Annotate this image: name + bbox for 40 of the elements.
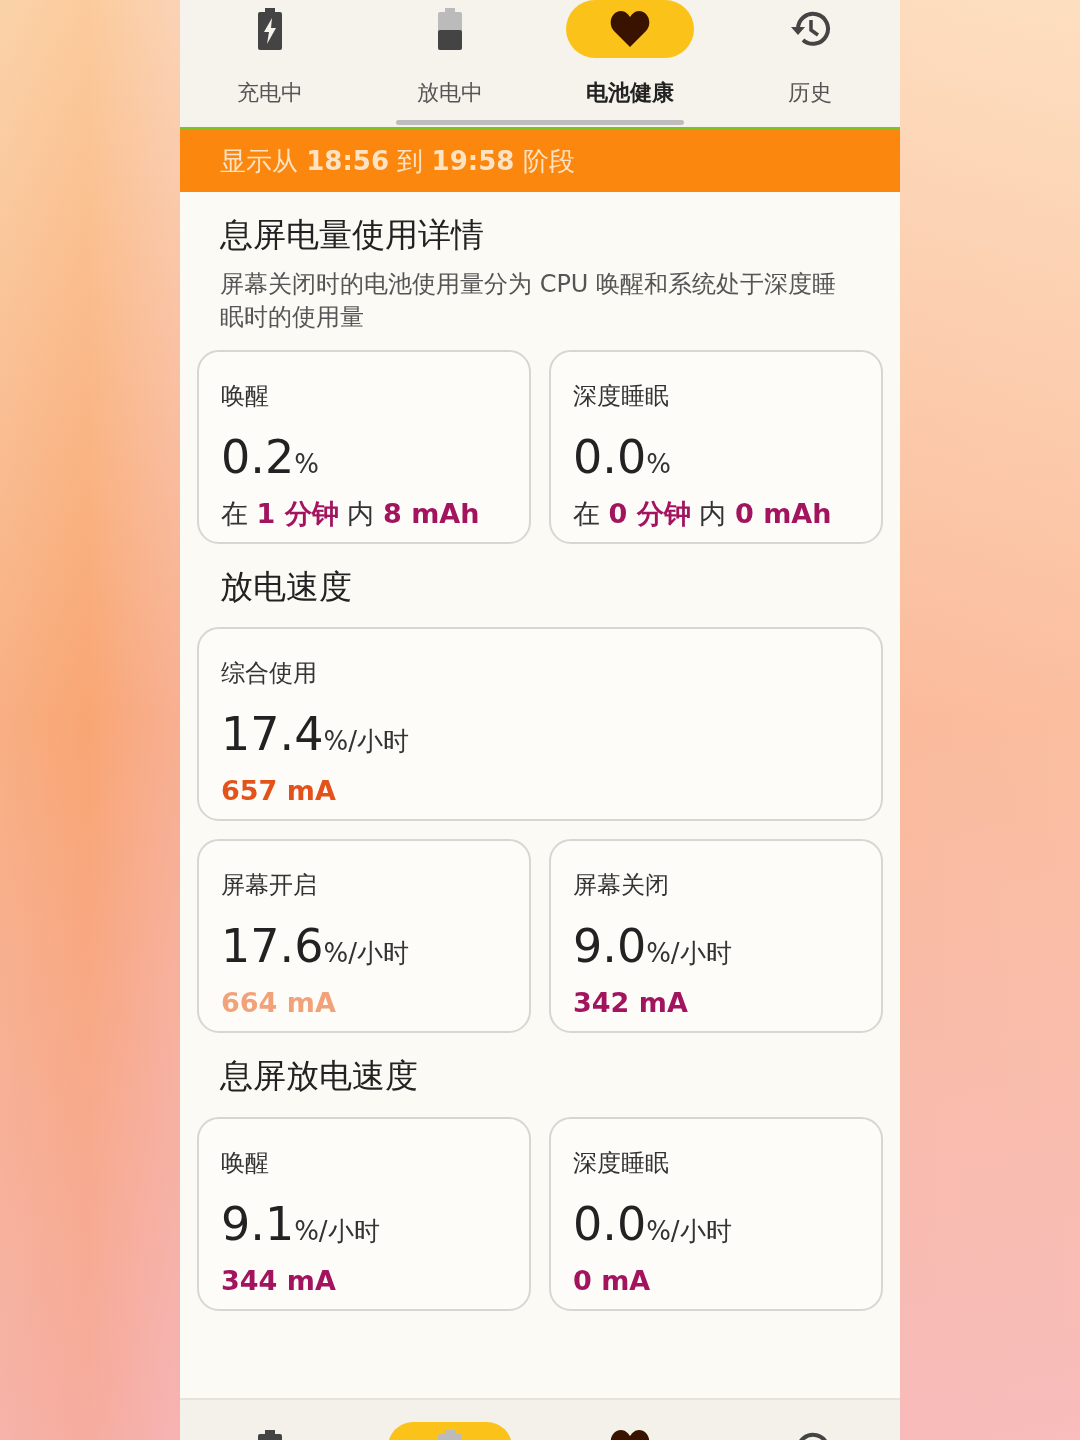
stat-detail: 664 mA: [221, 986, 337, 1020]
stat-value: 0.0: [573, 1200, 647, 1247]
stat-label: 深度睡眠: [573, 1147, 670, 1179]
charging-battery-icon: [258, 8, 282, 50]
stat-value: 17.4: [221, 711, 324, 757]
stat-value: 0.0: [573, 433, 647, 480]
section-title: 息屏放电速度: [220, 1055, 419, 1097]
stat-value: 0.2: [221, 433, 295, 480]
stat-unit: %/小时: [646, 1215, 732, 1246]
stat-detail: 0 mA: [573, 1263, 652, 1298]
stat-label: 屏幕关闭: [573, 870, 670, 901]
stat-unit: %/小时: [323, 726, 409, 756]
stat-unit: %: [294, 448, 319, 479]
tab[interactable]: 历史: [720, 0, 900, 127]
stat-label: 综合使用: [221, 658, 318, 689]
stat-value: 9.0: [573, 923, 647, 969]
tab[interactable]: 充电中: [180, 0, 360, 127]
stat-value: 9.1: [221, 1200, 295, 1247]
stat-label: 深度睡眠: [573, 380, 670, 412]
section-title: 息屏电量使用详情: [220, 214, 485, 256]
stat-detail: 在 1 分钟 内 8 mAh: [221, 496, 481, 531]
history-icon: [789, 9, 831, 49]
stat-label: 唤醒: [221, 380, 270, 412]
battery-icon: [438, 8, 462, 50]
stat-unit: %/小时: [323, 938, 409, 968]
section-description: 屏幕关闭时的电池使用量分为 CPU 唤醒和系统处于深度睡眠时的使用量: [220, 268, 838, 333]
stat-value: 17.6: [221, 923, 324, 969]
period-banner: 显示从 18:56 到 19:58 阶段: [180, 130, 900, 192]
stat-detail: 342 mA: [573, 986, 689, 1020]
stat-unit: %: [646, 448, 671, 479]
stat-detail: 344 mA: [221, 1263, 337, 1298]
stat-unit: %/小时: [294, 1215, 380, 1246]
heart-icon: [610, 11, 650, 47]
section-title: 放电速度: [220, 565, 353, 608]
tab[interactable]: 电池健康: [540, 0, 720, 127]
stat-label: 唤醒: [221, 1147, 270, 1179]
stat-detail: 657 mA: [221, 774, 337, 808]
stat-unit: %/小时: [646, 938, 732, 968]
stat-detail: 在 0 分钟 内 0 mAh: [573, 496, 833, 531]
stat-label: 屏幕开启: [221, 870, 318, 901]
